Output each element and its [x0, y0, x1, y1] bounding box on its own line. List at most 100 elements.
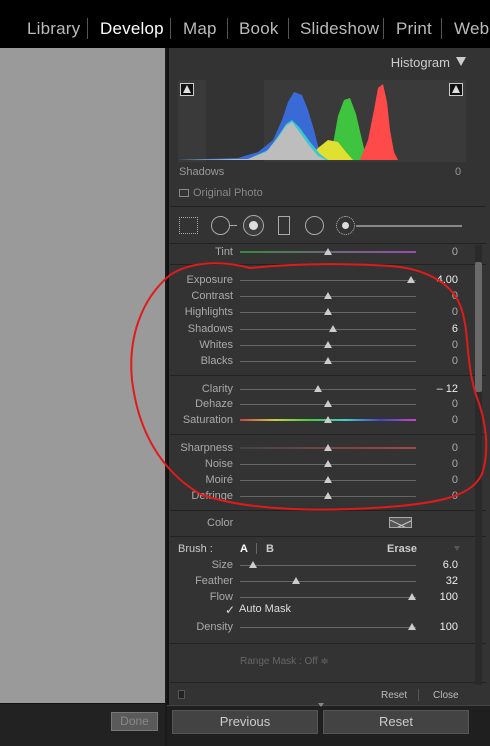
brush-size-label: Size: [211, 559, 233, 571]
original-photo-label: Original Photo: [193, 187, 263, 199]
brush-erase-tab[interactable]: Erase: [387, 543, 417, 555]
highlight-clipping-toggle[interactable]: [449, 83, 463, 96]
auto-mask-checkbox[interactable]: ✓: [225, 603, 235, 617]
brush-size-thumb[interactable]: [249, 561, 257, 568]
module-picker-bar: Library Develop Map Book Slideshow Print…: [0, 0, 490, 48]
brush-density-thumb[interactable]: [408, 623, 416, 630]
graduated-filter-icon[interactable]: [278, 216, 290, 235]
divider: [170, 510, 486, 511]
clarity-slider[interactable]: [240, 389, 416, 390]
exposure-slider[interactable]: [240, 280, 416, 281]
contrast-value[interactable]: 0: [428, 290, 458, 302]
moire-thumb[interactable]: [324, 476, 332, 483]
noise-value[interactable]: 0: [428, 458, 458, 470]
shadow-clipping-toggle[interactable]: [180, 83, 194, 96]
histogram-graph[interactable]: [178, 80, 466, 162]
shadows-label: Shadows: [187, 323, 233, 335]
brush-feather-thumb[interactable]: [292, 577, 300, 584]
exposure-thumb[interactable]: [407, 276, 415, 283]
module-library[interactable]: Library: [27, 19, 80, 39]
crop-overlay-icon[interactable]: [179, 217, 198, 234]
exposure-value[interactable]: 4.00: [428, 274, 458, 286]
histogram-info-value: 0: [455, 166, 462, 178]
brush-flow-slider[interactable]: [240, 597, 416, 598]
collapse-triangle-icon[interactable]: [456, 57, 466, 66]
original-photo-checkbox[interactable]: [179, 189, 189, 197]
module-print[interactable]: Print: [396, 19, 432, 39]
brush-a-tab[interactable]: A: [240, 543, 248, 555]
brush-feather-slider[interactable]: [240, 581, 416, 582]
shadows-slider[interactable]: [240, 329, 416, 330]
exposure-label: Exposure: [186, 274, 233, 286]
color-swatch[interactable]: [389, 517, 412, 528]
tool-strip: [170, 210, 486, 242]
clarity-thumb[interactable]: [314, 385, 322, 392]
blacks-value[interactable]: 0: [428, 355, 458, 367]
panel-scrollbar-thumb[interactable]: [475, 262, 482, 392]
brush-flow-value[interactable]: 100: [428, 591, 458, 603]
whites-thumb[interactable]: [324, 341, 332, 348]
adjustment-brush-icon[interactable]: [336, 216, 355, 235]
module-book[interactable]: Book: [239, 19, 279, 39]
module-web[interactable]: Web: [454, 19, 489, 39]
radial-filter-icon[interactable]: [305, 216, 324, 235]
highlights-value[interactable]: 0: [428, 306, 458, 318]
brush-feather-value[interactable]: 32: [428, 575, 458, 587]
saturation-value[interactable]: 0: [428, 414, 458, 426]
photo-preview[interactable]: [0, 48, 165, 703]
tint-value[interactable]: 0: [428, 246, 458, 258]
module-map[interactable]: Map: [183, 19, 217, 39]
panel-toggle-icon[interactable]: [178, 690, 185, 699]
divider: [170, 264, 486, 265]
tint-thumb[interactable]: [324, 248, 332, 255]
brush-label: Brush :: [178, 543, 213, 555]
brush-size-slider[interactable]: [240, 565, 416, 566]
module-slideshow[interactable]: Slideshow: [300, 19, 379, 39]
moire-value[interactable]: 0: [428, 474, 458, 486]
dehaze-thumb[interactable]: [324, 400, 332, 407]
divider: [170, 434, 486, 435]
auto-mask-label[interactable]: Auto Mask: [239, 603, 291, 615]
noise-label: Noise: [204, 458, 233, 470]
brush-flow-thumb[interactable]: [408, 593, 416, 600]
divider: [170, 375, 486, 376]
shadows-thumb[interactable]: [329, 325, 337, 332]
footer-separator: [418, 689, 419, 701]
brush-collapse-icon[interactable]: [454, 546, 460, 551]
brush-reset-link[interactable]: Reset: [381, 690, 407, 701]
defringe-label: Defringe: [191, 490, 233, 502]
clarity-label: Clarity: [201, 383, 233, 395]
saturation-thumb[interactable]: [324, 416, 332, 423]
whites-value[interactable]: 0: [428, 339, 458, 351]
spot-removal-icon[interactable]: [211, 216, 237, 235]
histogram-title: Histogram: [390, 55, 450, 70]
histogram-header[interactable]: Histogram: [168, 48, 490, 76]
defringe-thumb[interactable]: [324, 492, 332, 499]
brush-b-tab[interactable]: B: [266, 543, 274, 555]
previous-button[interactable]: Previous: [172, 710, 318, 734]
reset-button[interactable]: Reset: [323, 710, 469, 734]
brush-close-link[interactable]: Close: [433, 690, 459, 701]
color-label: Color: [207, 517, 234, 529]
saturation-label: Saturation: [182, 414, 233, 426]
sharpness-value[interactable]: 0: [428, 442, 458, 454]
brush-density-value[interactable]: 100: [428, 621, 458, 633]
brush-size-value[interactable]: 6.0: [428, 559, 458, 571]
divider: [170, 682, 486, 683]
red-eye-icon[interactable]: [243, 215, 264, 236]
dehaze-value[interactable]: 0: [428, 398, 458, 410]
range-mask-select[interactable]: Range Mask : Off ≑: [240, 656, 329, 667]
shadows-value[interactable]: 6: [428, 323, 458, 335]
brush-density-slider[interactable]: [240, 627, 416, 628]
blacks-thumb[interactable]: [324, 357, 332, 364]
contrast-thumb[interactable]: [324, 292, 332, 299]
defringe-value[interactable]: 0: [428, 490, 458, 502]
module-separator: [170, 18, 171, 39]
sharpness-thumb[interactable]: [324, 444, 332, 451]
done-button[interactable]: Done: [111, 712, 158, 731]
sharpness-label: Sharpness: [180, 442, 233, 454]
highlights-thumb[interactable]: [324, 308, 332, 315]
noise-thumb[interactable]: [324, 460, 332, 467]
module-develop[interactable]: Develop: [100, 19, 164, 39]
clarity-value[interactable]: – 12: [428, 383, 458, 395]
